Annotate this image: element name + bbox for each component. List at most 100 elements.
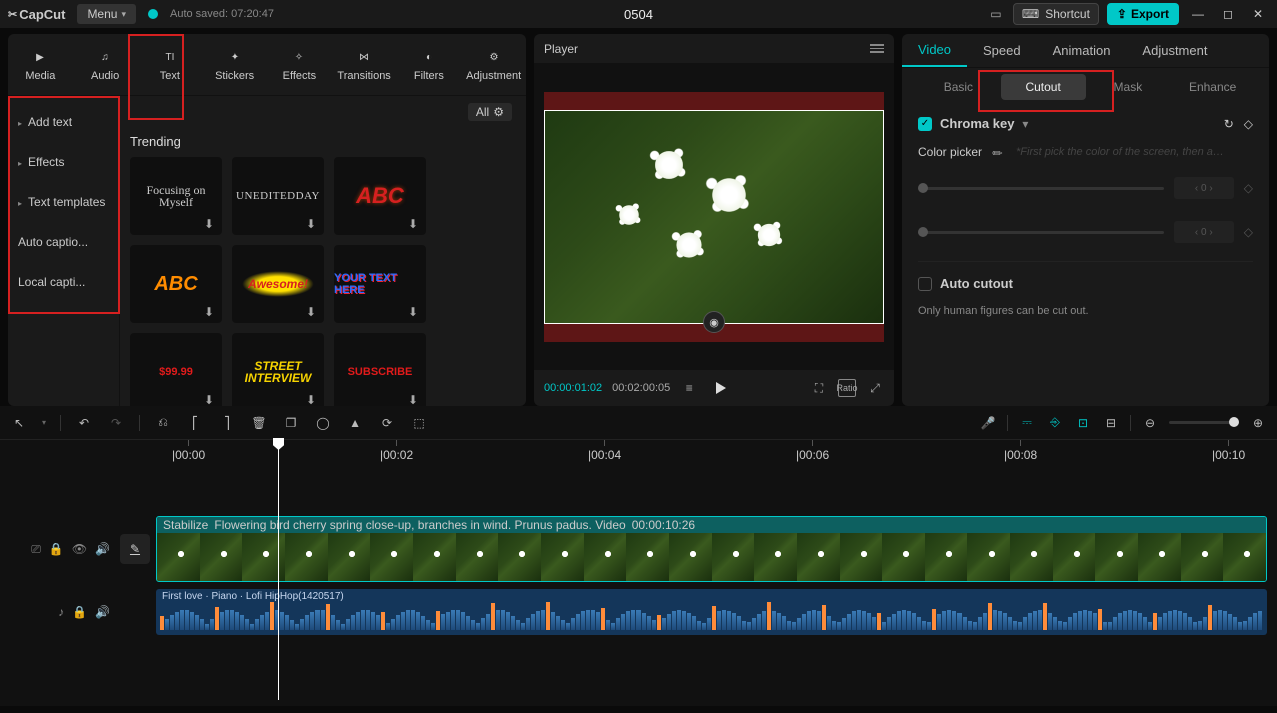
template-thumb[interactable]: Awesome!⬇ xyxy=(232,245,324,323)
tab-stickers[interactable]: ✦Stickers xyxy=(202,34,267,95)
download-icon[interactable]: ⬇ xyxy=(408,217,422,231)
trim-right-icon[interactable]: ⎤ xyxy=(218,414,236,432)
download-icon[interactable]: ⬇ xyxy=(204,393,218,406)
template-thumb[interactable]: $99.99⬇ xyxy=(130,333,222,406)
snapshot-icon[interactable]: ◉ xyxy=(703,311,725,333)
play-button[interactable] xyxy=(716,382,726,394)
subtab-enhance[interactable]: Enhance xyxy=(1170,74,1255,100)
maximize-button[interactable]: ◻ xyxy=(1217,3,1239,25)
tab-transitions[interactable]: ⋈Transitions xyxy=(332,34,397,95)
subtab-basic[interactable]: Basic xyxy=(916,74,1001,100)
timeline-ruler[interactable]: |00:00|00:02|00:04|00:06|00:08|00:10 xyxy=(160,440,1277,464)
sidebar-item[interactable]: Auto captio... xyxy=(8,222,119,262)
trim-left-icon[interactable]: ⎡ xyxy=(186,414,204,432)
reset-icon[interactable]: ↻ xyxy=(1224,117,1234,131)
shortcut-button[interactable]: ⌨Shortcut xyxy=(1013,3,1099,25)
undo-icon[interactable]: ↶ xyxy=(75,414,93,432)
eye-icon[interactable]: 👁 xyxy=(72,542,87,556)
fullscreen-icon[interactable]: ⤢ xyxy=(866,379,884,397)
close-button[interactable]: ✕ xyxy=(1247,3,1269,25)
zoom-out-icon[interactable]: ⊖ xyxy=(1141,414,1159,432)
download-icon[interactable]: ⬇ xyxy=(306,217,320,231)
shadow-slider[interactable]: ‹ 0 ›◇ xyxy=(918,217,1253,247)
tab-media[interactable]: ▶Media xyxy=(8,34,73,95)
video-clip[interactable]: StabilizeFlowering bird cherry spring cl… xyxy=(156,516,1267,582)
tab-text[interactable]: TIText xyxy=(138,34,203,95)
lock-icon[interactable]: 🔒 xyxy=(72,605,87,619)
redo-icon[interactable]: ↷ xyxy=(107,414,125,432)
video-preview[interactable]: ◉ xyxy=(544,110,884,324)
chevron-down-icon[interactable]: ▾ xyxy=(1022,117,1028,131)
align-icon[interactable]: ⊟ xyxy=(1102,414,1120,432)
inspector-tab-video[interactable]: Video xyxy=(902,34,967,67)
prev-frame-icon[interactable]: ≡ xyxy=(680,379,698,397)
sidebar-item[interactable]: Add text xyxy=(8,102,119,142)
sidebar-item[interactable]: Local capti... xyxy=(8,262,119,302)
filter-button[interactable]: All⚙ xyxy=(468,103,512,121)
audio-track-icon[interactable]: ♪ xyxy=(58,605,64,619)
eyedropper-icon[interactable]: ✎ xyxy=(989,142,1009,162)
download-icon[interactable]: ⬇ xyxy=(204,217,218,231)
template-thumb[interactable]: Focusing on Myself⬇ xyxy=(130,157,222,235)
template-thumb[interactable]: ABC⬇ xyxy=(130,245,222,323)
mic-icon[interactable]: 🎤 xyxy=(979,414,997,432)
tab-adjustment[interactable]: ⚙Adjustment xyxy=(461,34,526,95)
record-icon[interactable]: ◯ xyxy=(314,414,332,432)
link-icon[interactable]: ⎆ xyxy=(1046,414,1064,432)
tab-effects[interactable]: ✧Effects xyxy=(267,34,332,95)
audio-clip[interactable]: First love · Piano · Lofi HipHop(1420517… xyxy=(156,589,1267,635)
export-icon: ⇪ xyxy=(1117,7,1127,21)
template-thumb[interactable]: SUBSCRIBE⬇ xyxy=(334,333,426,406)
mute-icon[interactable]: 🔊 xyxy=(95,605,110,619)
edit-track-icon[interactable]: ✎ xyxy=(120,534,150,564)
template-thumb[interactable]: YOUR TEXT HERE⬇ xyxy=(334,245,426,323)
ruler-mark: |00:02 xyxy=(380,440,413,462)
subtab-mask[interactable]: Mask xyxy=(1086,74,1171,100)
zoom-in-icon[interactable]: ⊕ xyxy=(1249,414,1267,432)
subtab-cutout[interactable]: Cutout xyxy=(1001,74,1086,100)
inspector-subtabs: BasicCutoutMaskEnhance xyxy=(902,68,1269,106)
svg-text:◐: ◐ xyxy=(426,52,432,63)
player-viewport[interactable]: ◉ xyxy=(534,64,894,370)
layout-icon[interactable]: ▭ xyxy=(987,5,1005,23)
magnet-icon[interactable]: ⎓ xyxy=(1018,414,1036,432)
crop-icon[interactable]: ⬚ xyxy=(410,414,428,432)
tab-audio[interactable]: ♫Audio xyxy=(73,34,138,95)
download-icon[interactable]: ⬇ xyxy=(408,305,422,319)
copy-icon[interactable]: ❐ xyxy=(282,414,300,432)
download-icon[interactable]: ⬇ xyxy=(204,305,218,319)
chroma-checkbox[interactable]: ✓ xyxy=(918,117,932,131)
template-thumb[interactable]: UNEDITEDDAY⬇ xyxy=(232,157,324,235)
inspector-tab-animation[interactable]: Animation xyxy=(1037,34,1127,67)
player-menu-icon[interactable] xyxy=(870,44,884,53)
ratio-button[interactable]: Ratio xyxy=(838,379,856,397)
mute-icon[interactable]: 🔊 xyxy=(95,542,110,556)
mixer-icon[interactable]: ⎚ xyxy=(31,542,41,557)
snap-icon[interactable]: ⊡ xyxy=(1074,414,1092,432)
download-icon[interactable]: ⬇ xyxy=(306,393,320,406)
menu-button[interactable]: Menu xyxy=(77,4,136,24)
inspector-tab-adjustment[interactable]: Adjustment xyxy=(1126,34,1223,67)
download-icon[interactable]: ⬇ xyxy=(408,393,422,406)
mirror-icon[interactable]: ▲ xyxy=(346,414,364,432)
template-thumb[interactable]: STREETINTERVIEW⬇ xyxy=(232,333,324,406)
delete-icon[interactable]: 🗑 xyxy=(250,414,268,432)
template-thumb[interactable]: ABC⬇ xyxy=(334,157,426,235)
export-button[interactable]: ⇪Export xyxy=(1107,3,1179,25)
select-tool-icon[interactable]: ↖ xyxy=(10,414,28,432)
autocutout-checkbox[interactable] xyxy=(918,277,932,291)
rotate-icon[interactable]: ⟳ xyxy=(378,414,396,432)
zoom-slider[interactable] xyxy=(1169,421,1239,424)
lock-icon[interactable]: 🔒 xyxy=(49,542,64,556)
playhead[interactable] xyxy=(278,440,279,700)
minimize-button[interactable]: — xyxy=(1187,3,1209,25)
split-icon[interactable]: ⎌ xyxy=(154,414,172,432)
tab-filters[interactable]: ◐Filters xyxy=(397,34,462,95)
scan-icon[interactable]: ⛶ xyxy=(810,379,828,397)
sidebar-item[interactable]: Text templates xyxy=(8,182,119,222)
inspector-tab-speed[interactable]: Speed xyxy=(967,34,1037,67)
download-icon[interactable]: ⬇ xyxy=(306,305,320,319)
intensity-slider[interactable]: ‹ 0 ›◇ xyxy=(918,173,1253,203)
keyframe-icon[interactable]: ◇ xyxy=(1244,117,1253,131)
sidebar-item[interactable]: Effects xyxy=(8,142,119,182)
